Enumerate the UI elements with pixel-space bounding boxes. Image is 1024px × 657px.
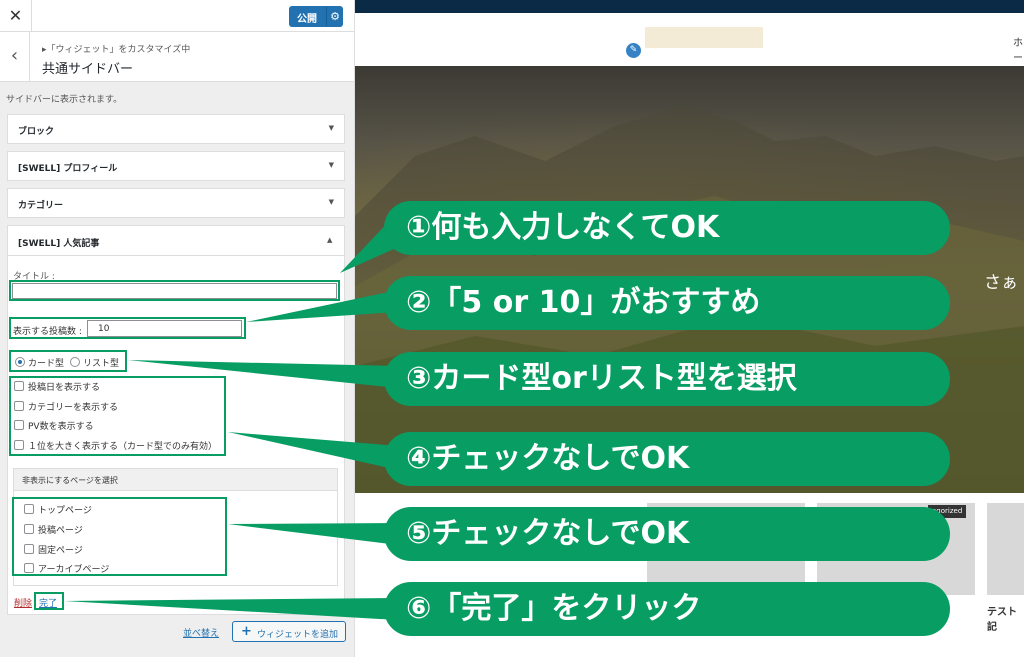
callout-5: ⑤チェックなしでOK xyxy=(384,507,950,561)
callout-6: ⑥「完了」をクリック xyxy=(384,582,950,636)
callout-2: ②「5 or 10」がおすすめ xyxy=(384,276,950,330)
callout-1: ①何も入力しなくてOK xyxy=(384,201,950,255)
callout-4: ④チェックなしでOK xyxy=(384,432,950,486)
callout-3: ③カード型orリスト型を選択 xyxy=(384,352,950,406)
